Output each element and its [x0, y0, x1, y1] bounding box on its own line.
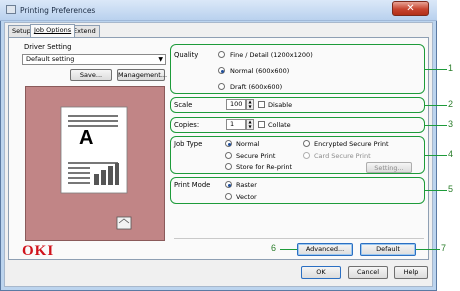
scale-label: Scale: [174, 101, 193, 109]
quality-normal-label: Normal (600x600): [230, 67, 290, 75]
document-preview-graphic: [60, 106, 132, 230]
callout-1: 1: [448, 63, 454, 73]
copies-group: [170, 117, 425, 133]
page-preview: A: [25, 86, 165, 241]
copies-spinner[interactable]: ▲ ▼: [246, 119, 254, 130]
job-type-encrypted-radio[interactable]: [303, 140, 310, 147]
quality-normal-radio[interactable]: [218, 67, 225, 74]
disable-label: Disable: [268, 101, 293, 109]
print-mode-vector-label: Vector: [236, 193, 257, 201]
help-button[interactable]: Help: [394, 266, 428, 279]
callout-line-2: [425, 105, 447, 106]
quality-fine-label: Fine / Detail (1200x1200): [230, 51, 313, 59]
job-type-setting-button[interactable]: Setting...: [366, 162, 412, 173]
separator: [174, 238, 424, 239]
callout-line-4: [425, 155, 447, 156]
job-type-card-secure-radio[interactable]: [303, 152, 310, 159]
callout-2: 2: [448, 99, 454, 109]
ok-button[interactable]: OK: [301, 266, 341, 279]
print-mode-raster-label: Raster: [236, 181, 257, 189]
quality-draft-radio[interactable]: [218, 83, 225, 90]
scale-spinner[interactable]: ▲ ▼: [246, 99, 254, 110]
driver-setting-select[interactable]: Default setting ▼: [22, 54, 166, 65]
copies-input[interactable]: 1: [226, 119, 246, 130]
job-type-store-label: Store for Re-print: [236, 163, 293, 171]
job-type-card-secure-label: Card Secure Print: [314, 152, 371, 160]
callout-line-7: [416, 249, 440, 250]
callout-line-3: [425, 125, 447, 126]
print-mode-label: Print Mode: [174, 181, 211, 189]
job-type-store-radio[interactable]: [225, 163, 232, 170]
close-button[interactable]: ✕: [392, 1, 429, 16]
print-preview-icon[interactable]: [128, 208, 144, 222]
job-type-encrypted-label: Encrypted Secure Print: [314, 140, 389, 148]
collate-checkbox[interactable]: [258, 121, 265, 128]
copies-label: Copies:: [174, 121, 200, 129]
print-mode-vector-radio[interactable]: [225, 193, 232, 200]
quality-label: Quality: [174, 51, 199, 59]
callout-4: 4: [448, 149, 454, 159]
job-type-normal-radio[interactable]: [225, 140, 232, 147]
quality-draft-label: Draft (600x600): [230, 83, 283, 91]
save-button[interactable]: Save...: [70, 69, 112, 81]
callout-line-6: [280, 249, 297, 250]
title-bar: Printing Preferences ✕: [0, 0, 437, 21]
driver-setting-label: Driver Setting: [24, 43, 72, 51]
cancel-button[interactable]: Cancel: [348, 266, 388, 279]
callout-7: 7: [441, 243, 447, 253]
callout-5: 5: [448, 184, 454, 194]
scale-input[interactable]: 100: [226, 99, 246, 110]
job-type-secure-label: Secure Print: [236, 152, 276, 160]
management-button[interactable]: Management...: [117, 69, 167, 81]
driver-setting-value: Default setting: [26, 55, 75, 63]
callout-line-1: [425, 69, 447, 70]
window-title: Printing Preferences: [20, 6, 96, 15]
callout-3: 3: [448, 119, 454, 129]
preview-letter: A: [79, 127, 94, 149]
print-mode-raster-radio[interactable]: [225, 181, 232, 188]
callout-line-5: [425, 190, 447, 191]
job-type-normal-label: Normal: [236, 140, 260, 148]
oki-logo: OKI: [22, 243, 55, 259]
tab-job-options[interactable]: Job Options: [30, 24, 76, 37]
collate-label: Collate: [268, 121, 291, 129]
disable-checkbox[interactable]: [258, 101, 265, 108]
callout-6: 6: [271, 243, 277, 253]
default-button[interactable]: Default: [360, 243, 416, 256]
quality-fine-radio[interactable]: [218, 51, 225, 58]
chevron-down-icon: ▼: [158, 56, 163, 63]
job-type-secure-radio[interactable]: [225, 152, 232, 159]
printer-icon: [6, 5, 16, 14]
tab-job-options-label: Job Options: [34, 26, 72, 34]
scale-group: [170, 97, 425, 113]
job-type-label: Job Type: [174, 140, 203, 148]
advanced-button[interactable]: Advanced...: [297, 243, 353, 256]
